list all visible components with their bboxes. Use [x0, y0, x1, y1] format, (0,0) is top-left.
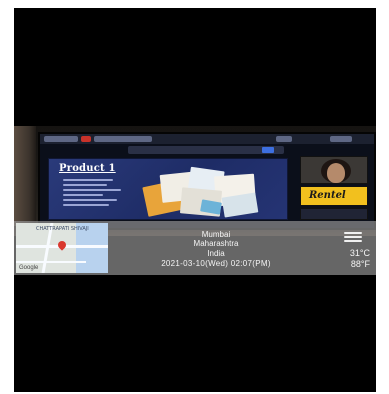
participant-video: [300, 156, 368, 184]
toolbar-tab: [276, 136, 292, 142]
participant-face: [327, 163, 345, 183]
slide-bullet: [63, 189, 121, 191]
geo-tag-overlay: CHATTRAPATI SHIVAJI Google Mumbai Mahara…: [14, 221, 376, 275]
participant-tile: [300, 208, 368, 220]
map-road: [16, 261, 86, 263]
city-label: Mumbai: [201, 230, 231, 239]
location-map: CHATTRAPATI SHIVAJI Google: [16, 223, 108, 273]
slide-title: Product 1: [59, 163, 116, 174]
slide-bullet: [63, 194, 103, 196]
recording-icon: [81, 136, 91, 142]
presentation-slide: Product 1: [48, 158, 288, 220]
temperature-fahrenheit: 88°F: [350, 259, 370, 269]
haze-icon: [344, 232, 362, 242]
collage-card: [221, 192, 259, 218]
toolbar-tab: [94, 136, 152, 142]
wall: [14, 126, 36, 236]
state-label: Maharashtra: [193, 239, 239, 248]
slide-bullet: [63, 204, 109, 206]
map-label: CHATTRAPATI SHIVAJI: [36, 226, 89, 232]
google-logo: Google: [19, 265, 39, 271]
toolbar-tab: [330, 136, 352, 142]
slide-bullet: [63, 184, 107, 186]
location-pin-icon: [56, 239, 68, 251]
datetime-label: 2021-03-10(Wed) 02:07(PM): [161, 259, 271, 268]
participant-logo-tile: Rentel: [300, 186, 368, 206]
photo-frame: Product 1 Rentel CHATTRAPATI SHIVAJI Goo…: [14, 8, 376, 392]
toolbar-tab: [44, 136, 78, 142]
temperature-celsius: 31°C: [349, 248, 370, 258]
slide-bullet: [63, 179, 113, 181]
slide-bullet: [63, 199, 117, 201]
share-banner: [128, 146, 284, 154]
stop-share-button: [262, 147, 274, 153]
meeting-toolbar: [40, 134, 374, 144]
monitor-screen: Product 1 Rentel: [38, 132, 376, 230]
product-image-collage: [141, 166, 267, 218]
country-label: India: [207, 249, 225, 258]
logo-text: Rentel: [309, 190, 346, 201]
